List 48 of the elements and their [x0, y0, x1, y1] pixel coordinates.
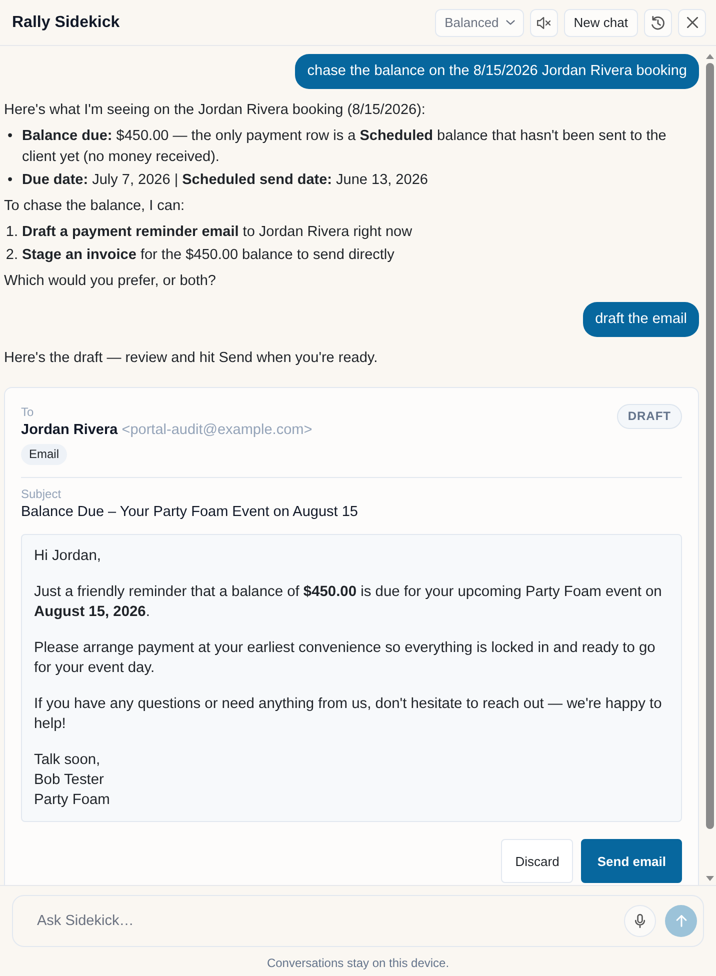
history-button[interactable]	[644, 8, 672, 36]
user-message: draft the email	[583, 302, 699, 337]
discard-button[interactable]: Discard	[501, 839, 574, 883]
draft-badge: DRAFT	[616, 404, 682, 429]
microphone-button[interactable]	[624, 905, 656, 937]
scrollbar-thumb[interactable]	[706, 63, 714, 829]
email-paragraph: Hi Jordan,	[34, 547, 102, 566]
list-item-text: Balance due: $450.00 — the only payment row is a Scheduled balance that hasn't been sent to the client yet (no money received).	[22, 127, 668, 167]
new-chat-button[interactable]: New chat	[564, 8, 638, 36]
list-bullet: •	[6, 171, 14, 190]
assistant-text: Here's the draft — review and hit Send when you're ready.	[4, 349, 379, 368]
email-paragraph: Just a friendly reminder that a balance of $450.00 is due for your upcoming Party Foam event on August 15, 2026.	[34, 583, 663, 622]
email-paragraph: If you have any questions or need anything from us, don't hesitate to reach out — we're happy to help!	[34, 695, 663, 734]
email-paragraph: Please arrange payment at your earliest convenience so everything is locked in and ready to go for your event day.	[34, 639, 656, 678]
list-number: 2.	[4, 246, 18, 265]
close-icon	[686, 17, 698, 28]
mute-button[interactable]	[530, 8, 558, 36]
scroll-down-arrow-icon[interactable]	[706, 876, 714, 881]
signature-line: Bob Tester	[34, 771, 105, 790]
assistant-text: Here's what I'm seeing on the Jordan Rivera booking (8/15/2026):	[4, 101, 426, 120]
message-input[interactable]: Ask Sidekick…	[37, 909, 615, 933]
assistant-text: To chase the balance, I can:	[4, 197, 186, 216]
signature-line: Party Foam	[34, 791, 111, 810]
channel-tag: Email	[21, 444, 68, 465]
assistant-text: Which would you prefer, or both?	[4, 272, 217, 291]
list-item-text: Due date: July 7, 2026 | Scheduled send date: June 13, 2026	[22, 171, 428, 190]
user-message: chase the balance on the 8/15/2026 Jordan Rivera booking	[295, 54, 699, 89]
microphone-icon	[635, 914, 645, 928]
footer-note: Conversations stay on this device.	[266, 955, 450, 971]
signature-line: Talk soon,	[34, 751, 102, 770]
app-title: Rally Sidekick	[12, 14, 121, 32]
subject-text: Balance Due – Your Party Foam Event on August 15	[21, 503, 359, 522]
list-item-text: Stage an invoice for the $450.00 balance to send directly	[22, 246, 394, 265]
scroll-up-arrow-icon[interactable]	[706, 54, 714, 59]
arrow-up-icon	[676, 915, 686, 927]
close-button[interactable]	[678, 8, 706, 36]
send-email-button[interactable]: Send email	[581, 839, 682, 883]
recipient-name: Jordan Rivera	[21, 422, 118, 438]
mode-dropdown[interactable]: Balanced	[434, 8, 524, 36]
list-number: 1.	[4, 223, 18, 242]
list-bullet: •	[6, 127, 14, 146]
composer-field[interactable]: Ask Sidekick…	[12, 895, 704, 947]
list-item-text: Draft a payment reminder email to Jordan Rivera right now	[22, 223, 412, 242]
caret-icon	[506, 20, 515, 25]
recipient-email: <portal-audit@example.com>	[122, 422, 312, 438]
to-label: To	[21, 404, 34, 420]
subject-label: Subject	[21, 486, 62, 502]
history-icon	[651, 16, 665, 30]
